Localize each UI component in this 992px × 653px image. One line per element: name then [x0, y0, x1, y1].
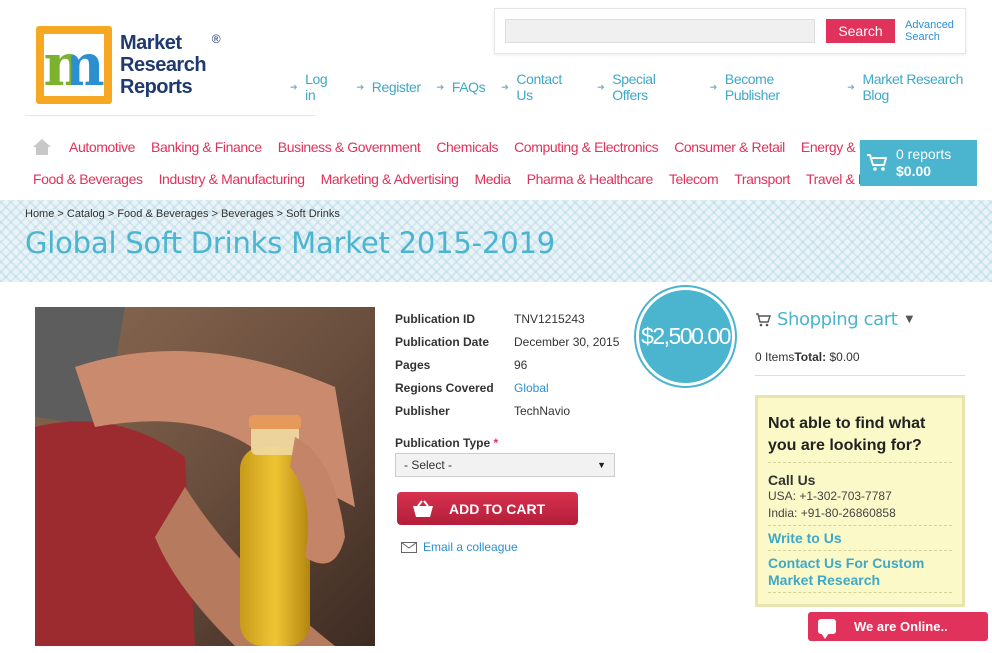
arrow-icon: ➔: [290, 81, 298, 92]
publication-type-label: Publication Type *: [395, 436, 499, 450]
shopping-cart-header[interactable]: Shopping cart ▼: [755, 309, 913, 330]
search-button[interactable]: Search: [826, 19, 895, 43]
logo-mark: m: [36, 26, 112, 104]
nav-business-government[interactable]: Business & Government: [278, 139, 421, 155]
arrow-icon: ➔: [709, 81, 718, 92]
detail-row: Pages 96: [395, 357, 528, 372]
product-image: [35, 307, 375, 646]
breadcrumb[interactable]: Home > Catalog > Food & Beverages > Beve…: [25, 208, 340, 220]
search-input[interactable]: [505, 19, 815, 43]
envelope-icon: [401, 541, 417, 553]
logo-wordmark: Market Research Reports ®: [120, 32, 221, 98]
call-us-heading: Call Us: [768, 472, 816, 488]
divider: [25, 115, 315, 116]
live-chat-button[interactable]: We are Online..: [808, 612, 988, 641]
category-nav-row-2: Food & Beverages Industry & Manufacturin…: [33, 171, 917, 187]
nav-industry-manufacturing[interactable]: Industry & Manufacturing: [159, 171, 305, 187]
cart-icon: [867, 154, 887, 171]
arrow-icon: ➔: [356, 81, 365, 92]
nav-chemicals[interactable]: Chemicals: [436, 139, 498, 155]
arrow-icon: ➔: [436, 81, 445, 92]
search-box: Search Advanced Search: [494, 8, 966, 54]
nav-marketing-advertising[interactable]: Marketing & Advertising: [321, 171, 459, 187]
cart-total: $0.00: [896, 163, 932, 179]
phone-usa: USA: +1-302-703-7787: [768, 489, 892, 503]
detail-row: Regions Covered Global: [395, 380, 549, 395]
top-link-blog[interactable]: ➔ Market Research Blog: [847, 71, 992, 103]
write-to-us-link[interactable]: Write to Us: [768, 530, 952, 547]
top-links: ➔ Log in ➔ Register ➔ FAQs ➔ Contact Us ➔ Spe…: [290, 71, 992, 103]
publication-type-select[interactable]: - Select - ▼: [395, 453, 615, 477]
nav-telecom[interactable]: Telecom: [669, 171, 719, 187]
divider: [755, 375, 965, 376]
chevron-down-icon: ▼: [905, 314, 913, 325]
help-box: Not able to find what you are looking fo…: [755, 395, 965, 607]
custom-research-link[interactable]: Contact Us For Custom Market Research: [768, 555, 952, 589]
category-nav-row-1: Automotive Banking & Finance Business & …: [33, 139, 916, 155]
cart-count: 0 reports: [896, 146, 952, 162]
nav-consumer-retail[interactable]: Consumer & Retail: [674, 139, 785, 155]
add-to-cart-button[interactable]: ADD TO CART: [397, 492, 578, 525]
nav-automotive[interactable]: Automotive: [69, 139, 135, 155]
price-badge: $2,500.00: [636, 287, 735, 386]
shopping-cart-summary: 0 ItemsTotal: $0.00: [755, 350, 860, 364]
dropdown-arrow-icon: ▼: [597, 460, 606, 470]
region-link[interactable]: Global: [514, 381, 549, 395]
basket-icon: [409, 492, 437, 525]
nav-food-beverages[interactable]: Food & Beverages: [33, 171, 143, 187]
phone-india: India: +91-80-26860858: [768, 506, 896, 520]
publication-details: Publication ID TNV1215243 Publication Dat…: [395, 307, 619, 422]
arrow-icon: ➔: [597, 81, 605, 92]
page-title: Global Soft Drinks Market 2015-2019: [25, 226, 555, 260]
arrow-icon: ➔: [501, 81, 509, 92]
detail-row: Publication Date December 30, 2015: [395, 334, 620, 349]
top-link-become-publisher[interactable]: ➔ Become Publisher: [710, 71, 832, 103]
nav-pharma-healthcare[interactable]: Pharma & Healthcare: [527, 171, 654, 187]
page: m Market Research Reports ® Search Advan…: [0, 0, 992, 653]
chat-bubble-icon: [818, 619, 836, 639]
detail-row: Publisher TechNavio: [395, 403, 571, 418]
top-link-register[interactable]: ➔ Register: [357, 71, 421, 103]
home-icon[interactable]: [33, 139, 51, 155]
nav-transport[interactable]: Transport: [734, 171, 790, 187]
top-link-special-offers[interactable]: ➔ Special Offers: [597, 71, 694, 103]
cart-icon: [756, 312, 771, 326]
site-logo[interactable]: m Market Research Reports ®: [36, 26, 221, 104]
top-link-faqs[interactable]: ➔ FAQs: [437, 71, 486, 103]
nav-computing-electronics[interactable]: Computing & Electronics: [514, 139, 658, 155]
top-link-contact[interactable]: ➔ Contact Us: [501, 71, 581, 103]
advanced-search-link[interactable]: Advanced Search: [905, 19, 954, 43]
detail-row: Publication ID TNV1215243: [395, 311, 585, 326]
top-link-login[interactable]: ➔ Log in: [290, 71, 341, 103]
arrow-icon: ➔: [847, 81, 855, 92]
nav-banking-finance[interactable]: Banking & Finance: [151, 139, 262, 155]
email-colleague-link[interactable]: Email a colleague: [401, 540, 518, 554]
header-cart-button[interactable]: 0 reports $0.00: [860, 140, 977, 186]
nav-media[interactable]: Media: [474, 171, 511, 187]
title-banner: Home > Catalog > Food & Beverages > Beve…: [0, 200, 992, 282]
help-question: Not able to find what you are looking fo…: [768, 415, 926, 454]
